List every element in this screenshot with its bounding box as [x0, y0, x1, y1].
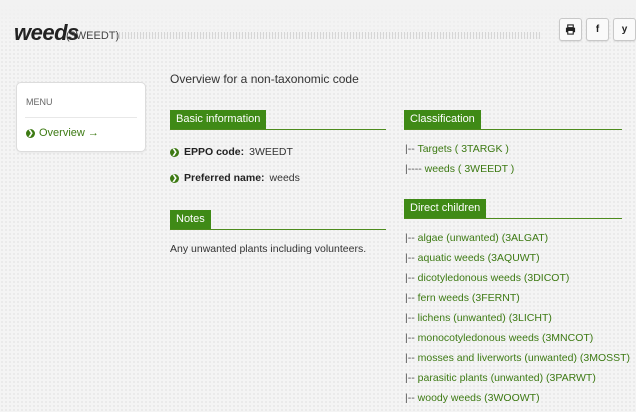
tree-prefix: |--	[405, 232, 418, 244]
classification-heading: Classification	[404, 110, 481, 129]
child-link[interactable]: algae (unwanted) (3ALGAT)	[418, 232, 549, 244]
preferred-name-value: weeds	[269, 172, 300, 184]
tree-prefix: |--	[405, 372, 418, 384]
list-item: |-- Targets ( 3TARGK )	[405, 142, 514, 162]
menu-divider	[25, 117, 137, 118]
tree-prefix: |--	[405, 332, 418, 344]
child-link[interactable]: lichens (unwanted) (3LICHT)	[418, 312, 552, 324]
child-link[interactable]: dicotyledonous weeds (3DICOT)	[418, 272, 570, 284]
list-item: |-- algae (unwanted) (3ALGAT)	[405, 231, 630, 251]
direct-children-header: Direct children	[404, 199, 622, 219]
basic-info-header: Basic information	[170, 110, 386, 130]
list-item: |-- fern weeds (3FERNT)	[405, 291, 630, 311]
tree-prefix: |----	[405, 163, 425, 175]
child-link[interactable]: mosses and liverworts (unwanted) (3MOSST…	[418, 352, 630, 364]
sidebar-menu: MENU ❯ Overview →	[16, 82, 146, 152]
direct-children-list: |-- algae (unwanted) (3ALGAT) |-- aquati…	[405, 231, 630, 411]
tree-prefix: |--	[405, 312, 418, 324]
basic-info-heading: Basic information	[170, 110, 267, 129]
eppo-code-value: 3WEEDT	[249, 146, 293, 158]
share-buttons: f y	[559, 18, 636, 41]
twitter-icon: y	[621, 24, 628, 35]
notes-heading: Notes	[170, 210, 211, 229]
classification-header: Classification	[404, 110, 622, 130]
classification-link[interactable]: weeds ( 3WEEDT )	[425, 163, 515, 175]
tree-prefix: |--	[405, 392, 418, 404]
list-item: |---- weeds ( 3WEEDT )	[405, 162, 514, 182]
eppo-code-row: ❯ EPPO code: 3WEEDT	[170, 146, 293, 158]
preferred-name-label: Preferred name:	[184, 172, 265, 184]
twitter-button[interactable]: y	[613, 18, 636, 41]
child-link[interactable]: fern weeds (3FERNT)	[418, 292, 520, 304]
preferred-name-row: ❯ Preferred name: weeds	[170, 172, 300, 184]
list-item: |-- monocotyledonous weeds (3MNCOT)	[405, 331, 630, 351]
direct-children-heading: Direct children	[404, 199, 487, 218]
chevron-right-icon: ❯	[26, 128, 35, 138]
child-link[interactable]: monocotyledonous weeds (3MNCOT)	[418, 332, 594, 344]
classification-link[interactable]: Targets ( 3TARGK )	[417, 143, 508, 155]
tree-prefix: |--	[405, 252, 418, 264]
title-divider	[116, 32, 542, 39]
child-link[interactable]: woody weeds (3WOOWT)	[418, 392, 540, 404]
facebook-icon: f	[595, 24, 600, 35]
list-item: |-- woody weeds (3WOOWT)	[405, 391, 630, 411]
notes-text: Any unwanted plants including volunteers…	[170, 243, 367, 255]
page-code: (3WEEDT)	[66, 30, 120, 42]
sidebar-item-label: Overview →	[39, 127, 99, 139]
classification-list: |-- Targets ( 3TARGK ) |---- weeds ( 3WE…	[405, 142, 514, 182]
chevron-right-icon: ❯	[170, 147, 179, 157]
menu-label: MENU	[26, 97, 53, 107]
tree-prefix: |--	[405, 143, 418, 155]
sidebar-item-overview[interactable]: ❯ Overview →	[26, 127, 99, 139]
overview-heading: Overview for a non-taxonomic code	[170, 72, 359, 86]
list-item: |-- lichens (unwanted) (3LICHT)	[405, 311, 630, 331]
print-button[interactable]	[559, 18, 582, 41]
tree-prefix: |--	[405, 352, 418, 364]
list-item: |-- parasitic plants (unwanted) (3PARWT)	[405, 371, 630, 391]
list-item: |-- mosses and liverworts (unwanted) (3M…	[405, 351, 630, 371]
tree-prefix: |--	[405, 272, 418, 284]
child-link[interactable]: parasitic plants (unwanted) (3PARWT)	[418, 372, 596, 384]
print-icon	[565, 24, 576, 35]
chevron-right-icon: ❯	[170, 173, 179, 183]
list-item: |-- dicotyledonous weeds (3DICOT)	[405, 271, 630, 291]
child-link[interactable]: aquatic weeds (3AQUWT)	[418, 252, 540, 264]
eppo-code-label: EPPO code:	[184, 146, 245, 158]
notes-header: Notes	[170, 210, 386, 230]
list-item: |-- aquatic weeds (3AQUWT)	[405, 251, 630, 271]
page-header: weeds (3WEEDT) f y	[14, 18, 636, 50]
facebook-button[interactable]: f	[586, 18, 609, 41]
tree-prefix: |--	[405, 292, 418, 304]
